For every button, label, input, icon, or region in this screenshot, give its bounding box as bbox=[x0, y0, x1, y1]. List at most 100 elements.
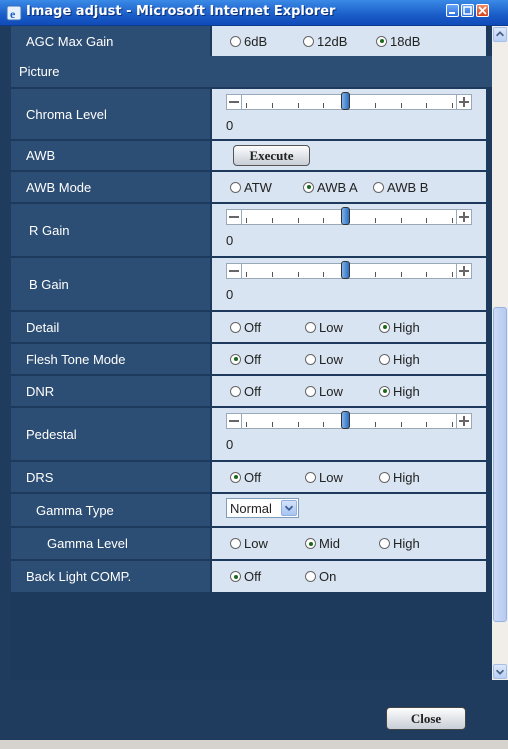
radio-selected-icon bbox=[230, 353, 241, 365]
radio-flesh-high[interactable]: High bbox=[379, 352, 420, 367]
minus-icon[interactable] bbox=[226, 263, 242, 279]
gamma-type-value: Normal bbox=[212, 494, 486, 526]
awb-value: Execute bbox=[212, 141, 486, 170]
gamma-type-selected: Normal bbox=[230, 501, 272, 516]
awb-mode-value: ATW AWB A AWB B bbox=[212, 172, 486, 202]
flesh-tone-mode-value: Off Low High bbox=[212, 344, 486, 374]
slider-tick bbox=[401, 103, 402, 108]
title-bar: e Image adjust - Microsoft Internet Expl… bbox=[0, 0, 508, 26]
slider-tick bbox=[298, 218, 299, 223]
slider-tick bbox=[426, 272, 427, 277]
radio-flesh-off[interactable]: Off bbox=[230, 352, 305, 367]
slider-thumb[interactable] bbox=[341, 92, 350, 110]
r-gain-slider[interactable] bbox=[226, 207, 472, 225]
row-back-light-comp: Back Light COMP. Off On bbox=[11, 559, 492, 592]
minus-icon[interactable] bbox=[226, 209, 242, 225]
radio-awb-b[interactable]: AWB B bbox=[373, 180, 428, 195]
row-b-gain: B Gain 0 bbox=[11, 256, 492, 310]
slider-tick bbox=[452, 103, 453, 108]
row-drs: DRS Off Low High bbox=[11, 460, 492, 492]
execute-button[interactable]: Execute bbox=[233, 145, 310, 166]
plus-icon[interactable] bbox=[456, 263, 472, 279]
plus-icon[interactable] bbox=[456, 209, 472, 225]
r-gain-value: 0 bbox=[212, 204, 486, 256]
slider-tick bbox=[375, 218, 376, 223]
vertical-scrollbar[interactable] bbox=[492, 26, 508, 680]
radio-drs-high[interactable]: High bbox=[379, 470, 420, 485]
pedestal-value: 0 bbox=[212, 408, 486, 460]
back-light-comp-value: Off On bbox=[212, 561, 486, 592]
scrollbar-thumb[interactable] bbox=[493, 307, 507, 622]
slider-tick bbox=[452, 422, 453, 427]
slider-tick bbox=[375, 422, 376, 427]
slider-thumb[interactable] bbox=[341, 261, 350, 279]
radio-selected-icon bbox=[379, 385, 390, 397]
plus-icon[interactable] bbox=[456, 94, 472, 110]
radio-detail-low[interactable]: Low bbox=[305, 320, 379, 335]
minus-icon[interactable] bbox=[226, 413, 242, 429]
radio-drs-off[interactable]: Off bbox=[230, 470, 305, 485]
radio-dnr-low[interactable]: Low bbox=[305, 384, 379, 399]
awb-label: AWB bbox=[11, 141, 210, 170]
agc-max-gain-label: AGC Max Gain bbox=[11, 26, 210, 56]
slider-tick bbox=[375, 272, 376, 277]
r-gain-readout: 0 bbox=[226, 233, 234, 248]
close-button[interactable]: Close bbox=[386, 707, 466, 730]
chevron-down-icon[interactable] bbox=[281, 500, 297, 516]
radio-backlight-off[interactable]: Off bbox=[230, 569, 305, 584]
plus-icon[interactable] bbox=[456, 413, 472, 429]
minus-icon[interactable] bbox=[226, 94, 242, 110]
radio-gamma-low[interactable]: Low bbox=[230, 536, 305, 551]
maximize-button[interactable] bbox=[461, 4, 474, 17]
slider-tick bbox=[246, 272, 247, 277]
b-gain-slider[interactable] bbox=[226, 261, 472, 279]
radio-icon bbox=[230, 181, 241, 193]
radio-agc-12db[interactable]: 12dB bbox=[303, 34, 376, 49]
pedestal-slider[interactable] bbox=[226, 411, 472, 429]
slider-tick bbox=[323, 218, 324, 223]
slider-tick bbox=[426, 218, 427, 223]
dnr-radio-group: Off Low High bbox=[230, 376, 420, 406]
radio-agc-18db[interactable]: 18dB bbox=[376, 34, 420, 49]
slider-thumb[interactable] bbox=[341, 411, 350, 429]
drs-radio-group: Off Low High bbox=[230, 462, 420, 492]
back-light-radio-group: Off On bbox=[230, 561, 336, 592]
b-gain-readout: 0 bbox=[226, 287, 234, 302]
dnr-label: DNR bbox=[11, 376, 210, 406]
close-window-button[interactable] bbox=[476, 4, 489, 17]
radio-drs-low[interactable]: Low bbox=[305, 470, 379, 485]
radio-icon bbox=[373, 181, 384, 193]
radio-dnr-off[interactable]: Off bbox=[230, 384, 305, 399]
awb-mode-label: AWB Mode bbox=[11, 172, 210, 202]
radio-icon bbox=[379, 353, 390, 365]
radio-gamma-mid[interactable]: Mid bbox=[305, 536, 379, 551]
scroll-down-icon[interactable] bbox=[493, 664, 507, 679]
chroma-level-value: 0 bbox=[212, 89, 486, 139]
radio-icon bbox=[379, 538, 390, 549]
radio-backlight-on[interactable]: On bbox=[305, 569, 336, 584]
radio-agc-6db[interactable]: 6dB bbox=[230, 34, 303, 49]
detail-radio-group: Off Low High bbox=[230, 312, 420, 342]
chroma-slider[interactable] bbox=[226, 92, 472, 110]
gamma-type-label: Gamma Type bbox=[11, 494, 210, 526]
b-gain-label: B Gain bbox=[11, 258, 210, 310]
slider-tick bbox=[246, 218, 247, 223]
radio-icon bbox=[305, 571, 316, 582]
radio-gamma-high[interactable]: High bbox=[379, 536, 420, 551]
radio-icon bbox=[303, 35, 314, 47]
slider-thumb[interactable] bbox=[341, 207, 350, 225]
chroma-level-readout: 0 bbox=[226, 118, 234, 133]
radio-dnr-high[interactable]: High bbox=[379, 384, 420, 399]
minimize-button[interactable] bbox=[446, 4, 459, 17]
row-chroma-level: Chroma Level 0 bbox=[11, 87, 492, 139]
radio-detail-off[interactable]: Off bbox=[230, 320, 305, 335]
radio-awb-atw[interactable]: ATW bbox=[230, 180, 303, 195]
gamma-type-select[interactable]: Normal bbox=[226, 498, 299, 518]
slider-tick bbox=[426, 103, 427, 108]
agc-radio-group: 6dB 12dB 18dB bbox=[230, 26, 420, 56]
radio-awb-a[interactable]: AWB A bbox=[303, 180, 373, 195]
radio-detail-high[interactable]: High bbox=[379, 320, 420, 335]
scroll-up-icon[interactable] bbox=[493, 27, 507, 42]
row-agc-max-gain: AGC Max Gain 6dB 12dB 18dB bbox=[11, 26, 492, 56]
radio-flesh-low[interactable]: Low bbox=[305, 352, 379, 367]
